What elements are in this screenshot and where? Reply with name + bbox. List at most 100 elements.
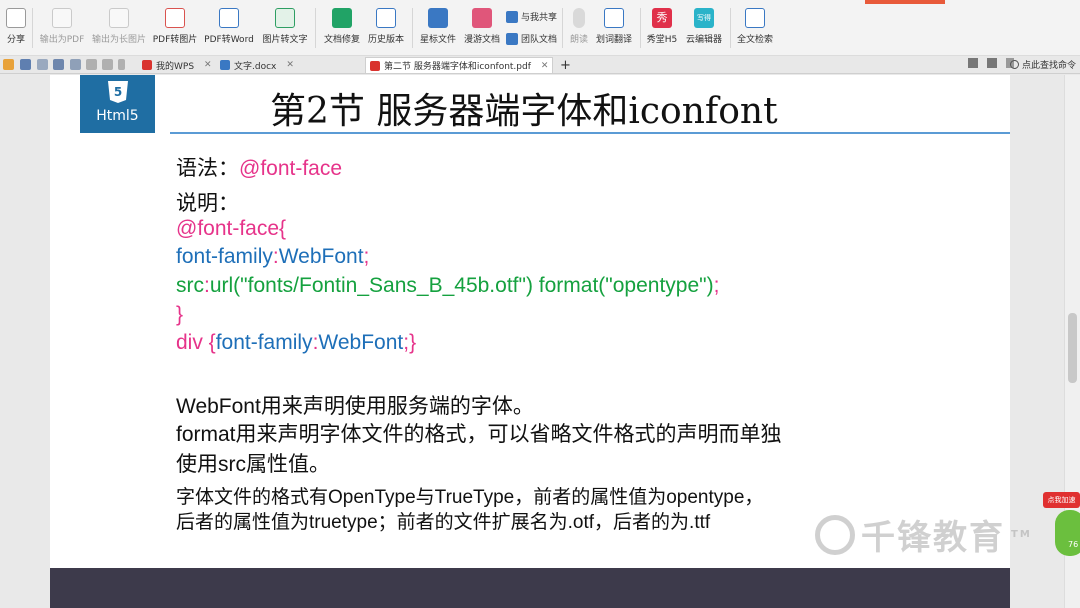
fulltext-search-button[interactable]: 全文检索 [735,6,775,50]
search-icon [1010,60,1019,69]
read-aloud-icon [573,8,585,28]
pdf-to-word-icon [219,8,239,28]
watermark-text: 千锋教育 [861,518,1005,558]
command-search-label: 点此查找命令 [1022,61,1077,71]
history-button[interactable]: 历史版本 [366,6,406,50]
read-aloud-label: 朗读 [569,35,588,45]
code-line-3: src:url("fonts/Fontin_Sans_B_45b.otf") f… [176,274,719,298]
docx-icon [220,60,230,70]
team-docs-button[interactable]: 团队文档 [506,32,557,45]
roaming-doc-icon [472,8,492,28]
read-aloud-button[interactable]: 朗读 [568,6,590,50]
export-icon[interactable] [37,59,48,70]
ribbon-topline [0,0,1080,4]
description-line-2: format用来声明字体文件的格式，可以省略文件格式的声明而单独 [176,423,782,446]
ribbon-separator [32,8,33,48]
cloud-editor-label: 云编辑器 [685,35,722,45]
star-file-icon [428,8,448,28]
image-to-text-icon [275,8,295,28]
pdf-to-word-button[interactable]: PDF转Word [203,6,255,50]
pdf-to-word-label: PDF转Word [204,35,254,45]
star-file-button[interactable]: 星标文件 [418,6,458,50]
cloud-editor-icon: 写得 [694,8,714,28]
print-icon[interactable] [53,59,64,70]
pin-icon[interactable] [987,58,997,68]
pdf-export-icon [52,8,72,28]
translate-label: 划词翻译 [595,35,632,45]
ribbon-toolbar: 分享 输出为PDF 输出为长图片 PDF转图片 PDF转Word 图片转文字 文… [0,0,1080,56]
share-label: 分享 [6,35,25,45]
open-folder-icon[interactable] [3,59,14,70]
xiutang-label: 秀堂H5 [646,35,678,45]
customize-chevron-down-icon[interactable] [118,59,125,70]
code-value: WebFont [278,245,364,268]
export-long-image-button[interactable]: 输出为长图片 [90,6,148,50]
code-value: WebFont [318,331,404,354]
star-file-label: 星标文件 [419,35,456,45]
explain-line: 说明： [176,187,239,217]
shared-with-me-button[interactable]: 与我共享 [506,10,557,23]
speedup-badge[interactable]: 点我加速 [1043,492,1080,508]
image-to-text-button[interactable]: 图片转文字 [261,6,309,50]
save-icon[interactable] [20,59,31,70]
team-docs-label: 团队文档 [521,35,558,45]
tab-active-pdf[interactable]: 第二节 服务器端字体和iconfont.pdf ✕ [365,57,554,73]
share-button[interactable]: 分享 [4,6,28,50]
slide-footer-bar [50,568,1010,608]
code-prop: src [176,274,204,297]
command-search[interactable]: 点此查找命令 [1010,58,1076,71]
pdf-to-image-label: PDF转图片 [152,35,198,45]
undo-icon[interactable] [86,59,97,70]
close-icon[interactable]: ✕ [286,60,294,70]
roaming-doc-button[interactable]: 漫游文档 [462,6,502,50]
document-tabbar: 我的WPS ✕ 文字.docx ✕ 第二节 服务器端字体和iconfont.pd… [0,56,1080,74]
watermark: 千锋教育 TM [815,510,1032,559]
doc-repair-button[interactable]: 文档修复 [322,6,362,50]
close-icon[interactable]: ✕ [204,60,212,70]
tab-my-wps[interactable]: 我的WPS ✕ [138,57,216,73]
shared-icon [506,10,518,23]
fulltext-search-icon [745,8,765,28]
close-icon[interactable]: ✕ [541,61,549,71]
code-semicolon: ; [363,245,370,268]
preview-icon[interactable] [70,59,81,70]
html5-shield-icon: 5 [107,81,128,103]
watermark-logo-icon [815,514,855,555]
translate-button[interactable]: 划词翻译 [594,6,634,50]
ribbon-accent [865,0,945,4]
share-icon [6,8,26,28]
description-line-1: WebFont用来声明使用服务端的字体。 [176,395,534,418]
doc-icon[interactable] [968,58,978,68]
speedup-ball-icon[interactable] [1055,510,1080,556]
scrollbar-thumb[interactable] [1068,313,1077,383]
translate-icon [604,8,624,28]
history-label: 历史版本 [367,35,404,45]
code-prop: font-family [215,331,313,354]
redo-icon[interactable] [102,59,113,70]
html5-logo: 5 Html5 [80,75,155,133]
export-long-image-label: 输出为长图片 [91,35,146,45]
code-selector: div { [176,331,216,354]
tab-docx-label: 文字.docx [234,61,277,72]
explain-label: 说明： [176,191,239,215]
ribbon-separator [730,8,731,48]
ribbon-separator [640,8,641,48]
ribbon-separator [412,8,413,48]
wps-icon [142,60,152,70]
xiutang-button[interactable]: 秀 秀堂H5 [645,6,679,50]
syntax-value: @font-face [239,157,343,180]
code-line-2: font-family:WebFont; [176,245,369,269]
watermark-tm: TM [1011,529,1032,540]
pdf-to-image-button[interactable]: PDF转图片 [152,6,198,50]
doc-repair-icon [332,8,352,28]
export-pdf-button[interactable]: 输出为PDF [38,6,86,50]
tabbar-right-icons [968,58,1014,68]
new-tab-button[interactable]: + [556,57,575,73]
cloud-editor-button[interactable]: 写得 云编辑器 [684,6,724,50]
fulltext-search-label: 全文检索 [736,35,773,45]
roaming-doc-label: 漫游文档 [463,35,500,45]
code-line-1: @font-face{ [176,217,287,240]
tab-docx[interactable]: 文字.docx ✕ [216,57,298,73]
svg-text:5: 5 [113,85,121,99]
shared-with-me-label: 与我共享 [521,13,558,23]
